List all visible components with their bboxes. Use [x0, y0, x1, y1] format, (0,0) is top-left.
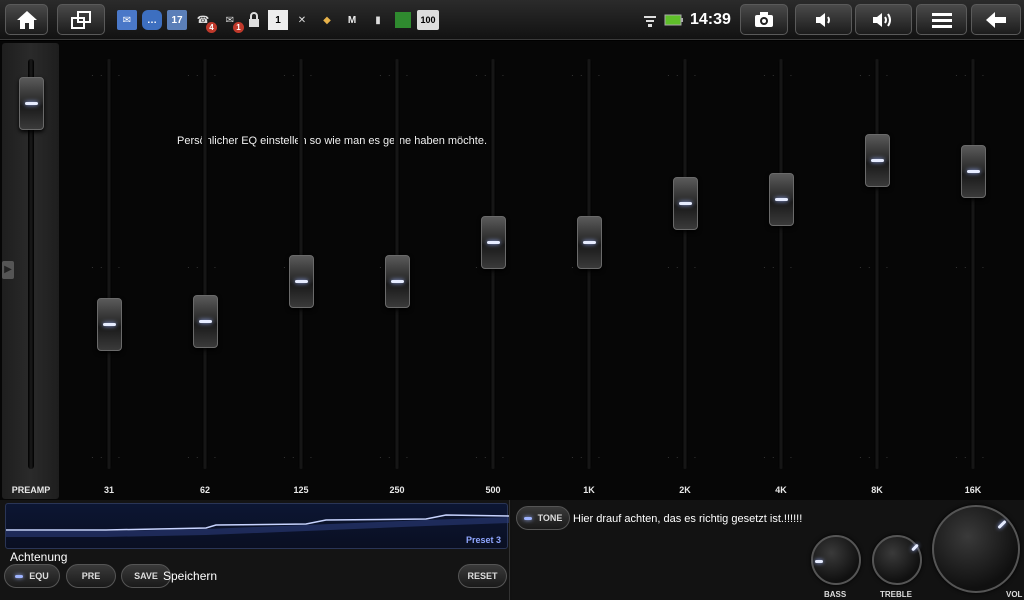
voicemail-icon: ✕ — [297, 14, 307, 26]
eq-curve-preview[interactable]: Preset 3 — [5, 503, 510, 549]
band-2k-slider-label: 2K — [679, 485, 691, 495]
band-31-slider-knob[interactable] — [97, 298, 122, 352]
band-250-slider-label: 250 — [389, 485, 405, 495]
equ-button[interactable]: EQU — [4, 564, 60, 588]
treble-dial-indicator — [911, 543, 919, 552]
preset-panel: Preset 3 Achtenung EQU PRE SAVE Speicher… — [0, 500, 510, 600]
bass-dial[interactable] — [811, 535, 861, 585]
equalizer-panel: ▶ Persönlicher EQ einstellen so wie man … — [0, 41, 1024, 500]
camera-icon — [755, 11, 773, 27]
back-arrow-icon — [986, 11, 1006, 28]
screenshot-button[interactable] — [740, 4, 788, 35]
eq-curve — [6, 514, 510, 537]
volume-up-icon — [872, 12, 891, 27]
band-4k-slider-label: 4K — [775, 485, 787, 495]
reset-button[interactable]: RESET — [458, 564, 507, 588]
band-31-slider-label: 31 — [103, 485, 114, 495]
box-icon: 1 — [268, 10, 288, 30]
volume-down-icon — [815, 12, 830, 27]
pre-button[interactable]: PRE — [66, 564, 116, 588]
band-4k-slider-track[interactable] — [778, 59, 784, 469]
volume-dial-indicator — [997, 519, 1007, 530]
band-500-slider-label: 500 — [485, 485, 501, 495]
band-62-slider-knob[interactable] — [193, 294, 218, 348]
lock-icon — [244, 10, 264, 30]
treble-dial[interactable] — [872, 535, 922, 585]
tone-indicator-led — [523, 516, 532, 520]
save-note: Speichern — [163, 569, 218, 583]
band-16k-slider-track[interactable] — [970, 59, 976, 469]
band-2k-slider-track[interactable] — [682, 59, 688, 469]
window-switch-icon — [71, 10, 91, 29]
band-250-slider-knob[interactable] — [385, 255, 410, 309]
tone-panel: TONE Hier drauf achten, das es richtig g… — [512, 500, 1024, 600]
equ-indicator-led — [15, 574, 24, 578]
bass-label: BASS — [824, 590, 847, 599]
band-16k-slider-label: 16K — [964, 485, 982, 495]
band-16k-slider-knob[interactable] — [961, 144, 986, 198]
gmail-icon: M — [347, 14, 357, 26]
menu-button[interactable] — [916, 4, 967, 35]
band-500-slider-knob[interactable] — [481, 216, 506, 270]
package-icon: ◆ — [323, 14, 331, 26]
wifi-icon — [640, 10, 660, 30]
tone-button[interactable]: TONE — [516, 506, 570, 530]
band-4k-slider-knob[interactable] — [769, 173, 794, 227]
eq-annotation: Persönlicher EQ einstellen so wie man es… — [177, 135, 488, 147]
recent-apps-button[interactable] — [57, 4, 105, 35]
side-drawer-arrow-icon[interactable]: ▶ — [2, 261, 14, 279]
volume-dial[interactable] — [932, 505, 1020, 593]
missed-call-icon: ☎ 4 — [193, 10, 217, 33]
preset-label: Preset 3 — [465, 535, 501, 545]
battery-icon — [664, 10, 684, 30]
preamp-slider-knob[interactable] — [19, 76, 44, 130]
volume-down-button[interactable] — [795, 4, 852, 35]
clock: 14:39 — [690, 11, 731, 28]
band-62-slider-track[interactable] — [202, 59, 208, 469]
green-square-icon — [393, 10, 413, 30]
status-bar: ✉ … 17 ☎ 4 ✉ 1 1 ✕ ◆ M ▮ 100 14:39 — [0, 0, 1024, 40]
home-button[interactable] — [5, 4, 48, 35]
band-8k-slider-track[interactable] — [874, 59, 880, 469]
band-31-slider-track[interactable] — [106, 59, 112, 469]
band-8k-slider-label: 8K — [871, 485, 883, 495]
tone-annotation: Hier drauf achten, das es richtig gesetz… — [573, 513, 803, 525]
annotation-achtung: Achtenung — [10, 550, 68, 564]
calendar-icon: 17 — [167, 10, 187, 30]
band-125-slider-label: 125 — [293, 485, 309, 495]
band-1k-slider-knob[interactable] — [577, 216, 602, 270]
volume-up-button[interactable] — [855, 4, 912, 35]
sd-card-icon: ▮ — [375, 14, 381, 26]
email-icon: ✉ — [117, 10, 137, 30]
band-2k-slider-knob[interactable] — [673, 176, 698, 230]
message-icon: ✉ 1 — [220, 10, 244, 33]
home-icon — [16, 10, 37, 29]
volume-label: VOL — [1006, 590, 1023, 599]
bottom-controls: Preset 3 Achtenung EQU PRE SAVE Speicher… — [0, 500, 1024, 600]
preamp-slider-label: PREAMP — [11, 485, 51, 495]
band-125-slider-knob[interactable] — [289, 255, 314, 309]
band-8k-slider-knob[interactable] — [865, 133, 890, 187]
menu-icon — [931, 12, 952, 28]
back-button[interactable] — [971, 4, 1021, 35]
band-1k-slider-label: 1K — [583, 485, 595, 495]
chat-icon: … — [142, 10, 162, 30]
bass-dial-indicator — [815, 560, 823, 563]
treble-label: TREBLE — [880, 590, 912, 599]
band-62-slider-label: 62 — [199, 485, 210, 495]
battery-percentage: 100 — [417, 10, 439, 30]
